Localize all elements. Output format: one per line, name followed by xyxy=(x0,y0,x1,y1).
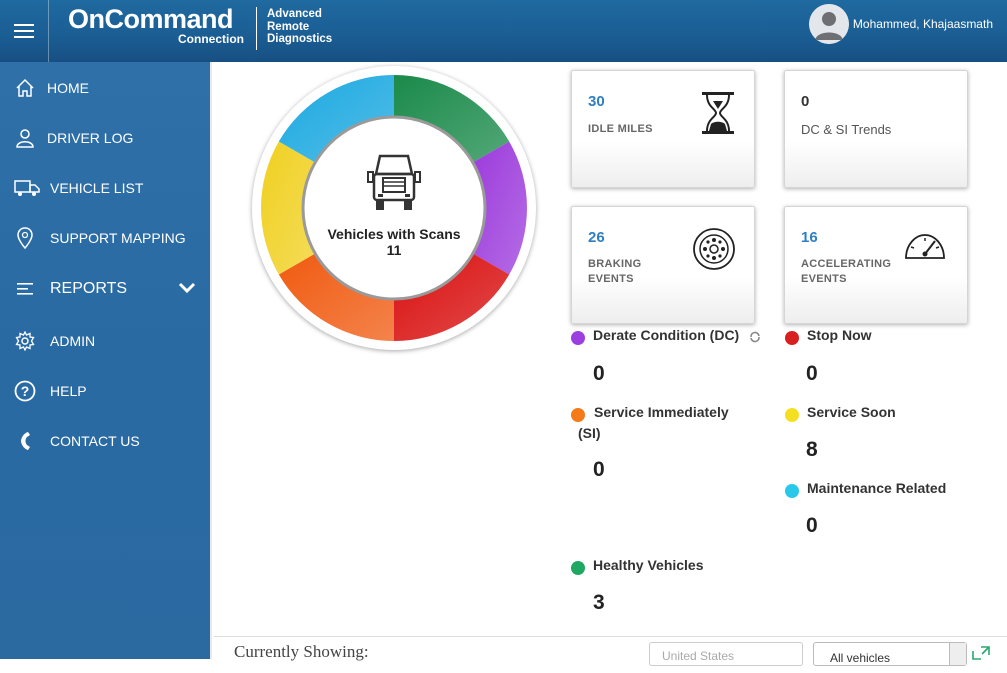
maintenance-label[interactable]: Maintenance Related xyxy=(807,480,946,496)
braking-events-label: BRAKING EVENTS xyxy=(588,257,641,287)
user-name: Mohammed, Khajaasmath xyxy=(852,17,993,31)
gear-icon xyxy=(14,330,36,352)
list-icon xyxy=(14,278,36,300)
stop-now-value: 0 xyxy=(806,362,818,385)
sidebar-item-vehicle-list[interactable]: VEHICLE LIST xyxy=(0,164,210,212)
accelerating-events-label: ACCELERATING EVENTS xyxy=(801,257,891,287)
accelerating-events-value: 16 xyxy=(801,229,818,246)
map-pin-icon xyxy=(14,227,36,249)
sidebar-item-driver-log[interactable]: DRIVER LOG xyxy=(0,114,210,162)
sidebar-item-admin[interactable]: ADMIN xyxy=(0,317,210,365)
sidebar-item-label: HOME xyxy=(47,80,89,96)
product-name-line-2: Remote xyxy=(267,20,310,33)
healthy-dot xyxy=(571,561,585,575)
truck-front-icon xyxy=(367,154,421,210)
product-name-line-3: Diagnostics xyxy=(267,33,333,45)
question-icon: ? xyxy=(14,380,36,402)
healthy-label[interactable]: Healthy Vehicles xyxy=(593,557,704,573)
sidebar-item-home[interactable]: HOME xyxy=(0,64,210,112)
dc-si-value: 0 xyxy=(801,93,810,110)
sidebar-item-label: VEHICLE LIST xyxy=(50,180,144,196)
braking-label-line-2: EVENTS xyxy=(588,273,634,285)
select-arrow-icon xyxy=(949,643,966,665)
avatar xyxy=(808,4,849,44)
svg-text:?: ? xyxy=(21,383,30,399)
sidebar-item-label: CONTACT US xyxy=(50,433,140,449)
sidebar-item-label: SUPPORT MAPPING xyxy=(50,230,186,246)
sidebar-item-label: DRIVER LOG xyxy=(47,130,134,146)
braking-events-value: 26 xyxy=(588,229,605,246)
product-name-line-1: Advanced xyxy=(267,8,322,20)
derate-label[interactable]: Derate Condition (DC) xyxy=(593,327,739,343)
service-immediately-label-2[interactable]: (SI) xyxy=(578,425,601,441)
sidebar-item-support-mapping[interactable]: SUPPORT MAPPING xyxy=(0,214,210,262)
vehicles-scans-donut[interactable]: Vehicles with Scans 11 xyxy=(252,66,536,350)
truck-icon xyxy=(14,177,40,199)
sidebar-item-label: ADMIN xyxy=(50,333,96,349)
content-divider xyxy=(210,62,212,659)
vehicles-select-value: All vehicles xyxy=(830,651,891,665)
hourglass-icon xyxy=(700,91,736,140)
logo-main-text: OnCommand xyxy=(68,4,234,34)
hamburger-icon xyxy=(14,24,34,38)
product-name: Advanced Remote Diagnostics xyxy=(267,8,332,46)
person-icon xyxy=(14,127,36,149)
top-bar: OnCommand Connection Advanced Remote Dia… xyxy=(0,0,1007,62)
menu-toggle-button[interactable] xyxy=(0,0,49,62)
stop-now-dot xyxy=(785,331,799,345)
idle-miles-value: 30 xyxy=(588,93,605,110)
logo-sub-text: Connection xyxy=(178,32,244,46)
footer-divider xyxy=(214,636,1007,637)
sidebar-item-help[interactable]: ? HELP xyxy=(0,367,210,415)
sidebar-item-label: REPORTS xyxy=(50,280,128,297)
expand-icon[interactable] xyxy=(972,646,990,665)
user-avatar-icon xyxy=(808,4,849,44)
donut-center-label: Vehicles with Scans 11 xyxy=(302,152,486,258)
sidebar-item-reports[interactable]: REPORTS xyxy=(0,265,210,313)
derate-value: 0 xyxy=(593,362,605,385)
speedometer-icon xyxy=(903,227,947,266)
braking-events-card[interactable]: 26 BRAKING EVENTS xyxy=(571,206,755,324)
home-icon xyxy=(14,77,36,99)
oncommand-logo: OnCommand xyxy=(68,4,234,34)
maintenance-dot xyxy=(785,484,799,498)
dc-si-trends-card[interactable]: 0 DC & SI Trends xyxy=(784,70,968,188)
accel-label-line-2: EVENTS xyxy=(801,273,847,285)
donut-count: 11 xyxy=(386,242,402,258)
vehicles-select[interactable]: All vehicles xyxy=(813,642,967,666)
user-menu[interactable]: Mohammed, Khajaasmath xyxy=(808,4,993,44)
healthy-value: 3 xyxy=(593,591,605,614)
maintenance-value: 0 xyxy=(806,514,818,537)
service-immediately-value: 0 xyxy=(593,458,605,481)
sidebar-item-label: HELP xyxy=(50,383,87,399)
donut-title: Vehicles with Scans xyxy=(327,226,461,242)
accelerating-events-card[interactable]: 16 ACCELERATING EVENTS xyxy=(784,206,968,324)
idle-miles-label: IDLE MILES xyxy=(588,123,653,135)
idle-miles-card[interactable]: 30 IDLE MILES xyxy=(571,70,755,188)
service-soon-value: 8 xyxy=(806,438,818,461)
country-select[interactable]: United States xyxy=(649,642,803,666)
sidebar: HOME DRIVER LOG VEHICLE LIST SUPPORT MAP… xyxy=(0,62,210,659)
service-soon-label[interactable]: Service Soon xyxy=(807,404,896,420)
service-immediately-dot xyxy=(571,408,585,422)
logo-divider xyxy=(256,7,257,50)
service-soon-dot xyxy=(785,408,799,422)
chevron-down-icon xyxy=(178,281,196,299)
braking-label-line-1: BRAKING xyxy=(588,258,642,270)
phone-icon xyxy=(14,430,36,452)
currently-showing-label: Currently Showing: xyxy=(234,642,369,661)
derate-dot xyxy=(571,331,585,345)
dc-si-label: DC & SI Trends xyxy=(801,122,892,137)
service-immediately-label[interactable]: Service Immediately xyxy=(594,404,729,420)
brake-disc-icon xyxy=(692,227,736,276)
refresh-icon[interactable] xyxy=(749,330,761,348)
stop-now-label[interactable]: Stop Now xyxy=(807,327,872,343)
sidebar-item-contact-us[interactable]: CONTACT US xyxy=(0,417,210,465)
accel-label-line-1: ACCELERATING xyxy=(801,258,892,270)
